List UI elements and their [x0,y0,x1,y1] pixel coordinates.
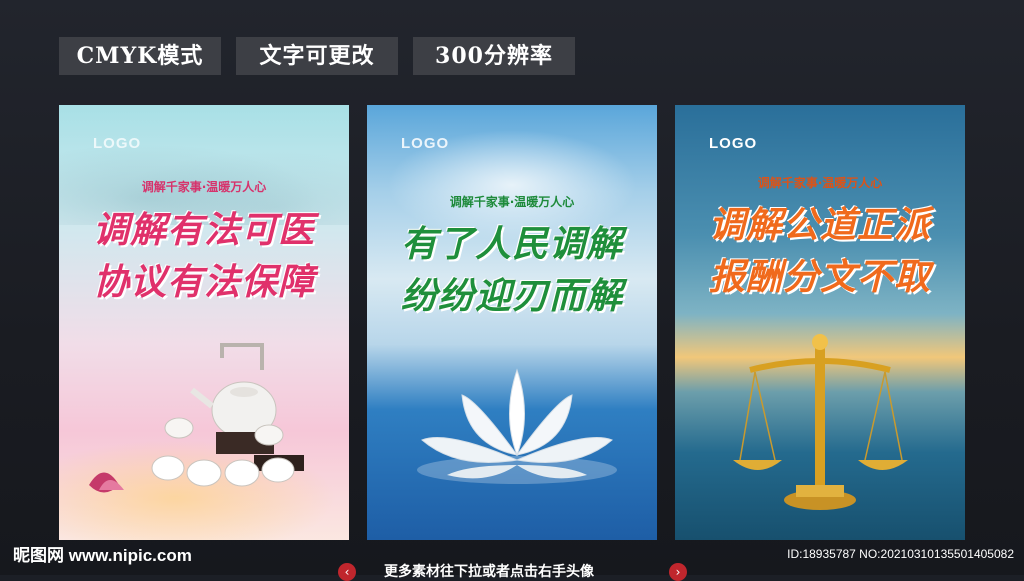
chevron-right-icon[interactable]: › [669,563,687,581]
slogan: 调解千家事·温暖万人心 [449,195,575,209]
headline-line-2: 纷纷迎刃而解 [400,276,623,317]
tag-resolution: 300分辨率 [413,37,575,75]
headline-line-1: 调解有法可医 [92,210,315,251]
tag-editable-text: 文字可更改 [236,37,398,75]
tea-set-illustration [89,343,304,493]
logo-placeholder: LOGO [93,135,142,152]
image-id-text: ID:18935787 NO:20210310135501405082 [787,547,1014,561]
headline-line-2: 协议有法保障 [92,262,315,303]
slogan: 调解千家事·温暖万人心 [141,180,267,194]
more-materials-hint: 更多素材往下拉或者点击右手头像 [384,564,594,580]
headline: 有了人民调解 纷纷迎刃而解 [367,219,657,323]
lotus-flower-illustration [417,368,617,484]
poster-3: LOGO 调解千家事·温暖万人心 调解公道正派 报酬分文不取 [675,105,965,540]
headline-line-2: 报酬分文不取 [708,257,931,298]
logo-placeholder: LOGO [709,135,758,152]
chevron-left-icon[interactable]: ‹ [338,563,356,581]
headline: 调解有法可医 协议有法保障 [59,205,349,309]
tag-cmyk: CMYK模式 [59,37,221,75]
site-watermark: 昵图网 www.nipic.com [13,546,192,565]
scale-of-justice-illustration [733,334,908,510]
headline-line-1: 有了人民调解 [400,224,623,265]
poster-2: LOGO 调解千家事·温暖万人心 有了人民调解 纷纷迎刃而解 [367,105,657,540]
slogan: 调解千家事·温暖万人心 [757,176,883,190]
headline-line-1: 调解公道正派 [708,205,931,246]
logo-placeholder: LOGO [401,135,450,152]
headline: 调解公道正派 报酬分文不取 [675,200,965,304]
poster-1: LOGO 调解千家事·温暖万人心 调解有法可医 协议有法保障 [59,105,349,540]
